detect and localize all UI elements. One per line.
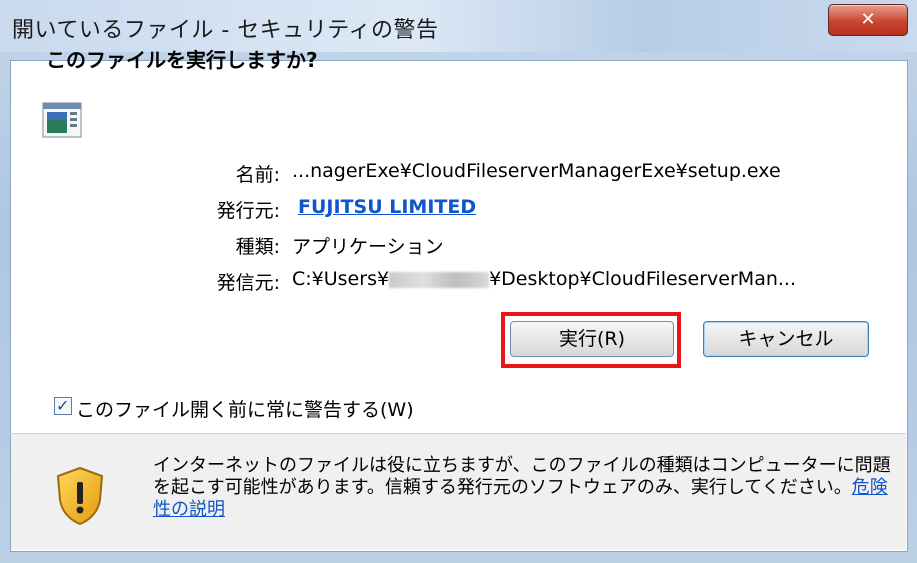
cancel-button[interactable]: キャンセル — [703, 321, 869, 357]
publisher-link[interactable]: FUJITSU LIMITED — [298, 196, 476, 218]
application-icon — [42, 102, 82, 138]
warning-text: インターネットのファイルは役に立ちますが、このファイルの種類はコンピューターに問… — [153, 455, 898, 521]
name-value: ...nagerExe¥CloudFileserverManagerExe¥se… — [292, 160, 781, 182]
always-warn-checkbox[interactable]: ✓ — [54, 396, 72, 415]
shield-warning-icon — [56, 466, 104, 526]
type-label: 種類: — [235, 236, 280, 258]
source-label: 発信元: — [216, 272, 280, 294]
close-icon: ✕ — [860, 9, 876, 30]
name-label: 名前: — [235, 164, 280, 186]
window-title: 開いているファイル - セキュリティの警告 — [12, 18, 439, 43]
checkmark-icon: ✓ — [56, 396, 70, 415]
source-path-suffix: ¥Desktop¥CloudFileserverMan... — [489, 268, 797, 290]
source-path-prefix: C:¥Users¥ — [292, 268, 390, 290]
warning-message: インターネットのファイルは役に立ちますが、このファイルの種類はコンピューターに問… — [153, 455, 891, 498]
publisher-label: 発行元: — [216, 200, 280, 222]
highlight-box — [501, 312, 681, 368]
source-value: C:¥Users¥ ¥Desktop¥CloudFileserverMan... — [292, 268, 796, 290]
always-warn-label[interactable]: このファイル開く前に常に警告する(W) — [76, 395, 414, 422]
type-value: アプリケーション — [292, 236, 444, 258]
close-button[interactable]: ✕ — [828, 4, 908, 36]
dialog-heading: このファイルを実行しますか? — [46, 48, 318, 72]
redacted-username — [389, 271, 490, 288]
